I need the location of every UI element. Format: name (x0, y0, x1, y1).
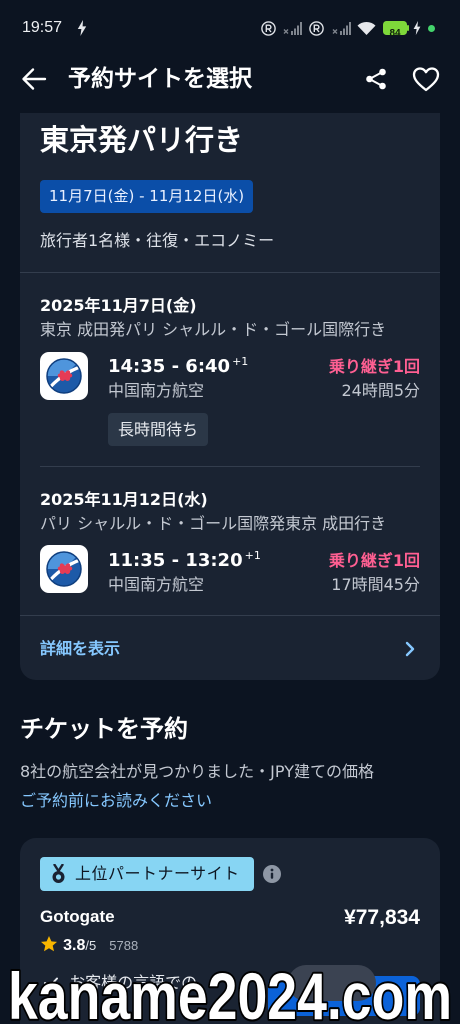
partner-badge: 上位パートナーサイト (40, 857, 254, 891)
info-icon[interactable] (263, 865, 281, 883)
long-layover-tag: 長時間待ち (108, 413, 209, 446)
leg-duration: 24時間5分 (341, 381, 420, 400)
status-time: 19:57 (22, 19, 63, 36)
rating-max: /5 (85, 938, 97, 953)
notification-dot (428, 25, 435, 32)
leg-airline: 中国南方航空 (108, 381, 205, 400)
trip-summary-card: 東京発パリ行き 11月7日(金) - 11月12日(水) 旅行者1名様・往復・エ… (20, 113, 440, 680)
booking-heading: チケットを予約 (20, 715, 188, 743)
partner-badge-label: 上位パートナーサイト (75, 864, 240, 883)
flight-leg-return: 2025年11月12日(水) パリ シャルル・ド・ゴール国際発東京 成田行き 1… (20, 467, 440, 615)
watermark: kaname2024.com (6, 962, 454, 1024)
leg-airline: 中国南方航空 (108, 575, 205, 594)
back-arrow-icon[interactable] (20, 66, 48, 92)
share-icon[interactable] (364, 67, 388, 91)
rating-value: 3.8 (63, 937, 86, 954)
leg-route: 東京 成田発パリ シャルル・ド・ゴール国際行き (40, 320, 387, 339)
provider-rating: 3.8/5 5788 (40, 935, 138, 955)
provider-name: Gotogate (40, 907, 115, 926)
battery-level: 84 (389, 28, 401, 39)
roaming-r-icon (309, 21, 324, 36)
app-bar: 予約サイトを選択 (0, 52, 460, 112)
date-range-pill: 11月7日(金) - 11月12日(水) (40, 180, 254, 213)
leg-stops: 乗り継ぎ1回 (328, 357, 420, 376)
signal-no-service-icon (283, 22, 302, 35)
watermark-text: kaname2024.com (8, 962, 452, 1024)
heart-icon[interactable] (412, 67, 440, 92)
leg-times: 14:35 - 6:40 +1 (108, 355, 248, 380)
provider-price: ¥77,834 (344, 906, 420, 929)
leg-duration: 17時間45分 (331, 575, 420, 594)
found-text: 8社の航空会社が見つかりました・JPY建ての価格 (20, 762, 374, 781)
battery-icon: 84 (383, 21, 407, 39)
leg-times: 11:35 - 13:20 +1 (108, 549, 261, 574)
signal-no-service-icon (332, 22, 351, 35)
trip-summary: 旅行者1名様・往復・エコノミー (40, 231, 275, 250)
status-bar: 19:57 84 (0, 0, 460, 52)
review-count: 5788 (109, 938, 139, 953)
flight-leg-outbound: 2025年11月7日(金) 東京 成田発パリ シャルル・ド・ゴール国際行き 14… (20, 273, 440, 466)
star-icon (41, 936, 57, 952)
battery-nub (407, 25, 409, 31)
details-link[interactable]: 詳細を表示 (40, 638, 120, 660)
chevron-right-icon (405, 641, 415, 657)
trip-title: 東京発パリ行き (40, 123, 244, 157)
day-offset: +1 (244, 549, 261, 562)
leg-times-text: 14:35 - 6:40 (108, 356, 231, 377)
medal-icon (52, 864, 65, 883)
airline-logo (40, 352, 88, 400)
leg-times-text: 11:35 - 13:20 (108, 550, 243, 571)
charging-icon (413, 21, 421, 35)
lightning-icon (77, 20, 87, 36)
leg-route: パリ シャルル・ド・ゴール国際発東京 成田行き (40, 514, 387, 533)
leg-date: 2025年11月7日(金) (40, 296, 197, 315)
page-title: 予約サイトを選択 (68, 66, 252, 92)
details-row[interactable]: 詳細を表示 (20, 616, 440, 680)
wifi-icon (357, 21, 376, 35)
read-before-link[interactable]: ご予約前にお読みください (20, 790, 212, 812)
leg-stops: 乗り継ぎ1回 (328, 551, 420, 570)
leg-date: 2025年11月12日(水) (40, 490, 208, 509)
airline-logo (40, 545, 88, 593)
day-offset: +1 (232, 355, 249, 368)
roaming-r-icon (261, 21, 276, 36)
